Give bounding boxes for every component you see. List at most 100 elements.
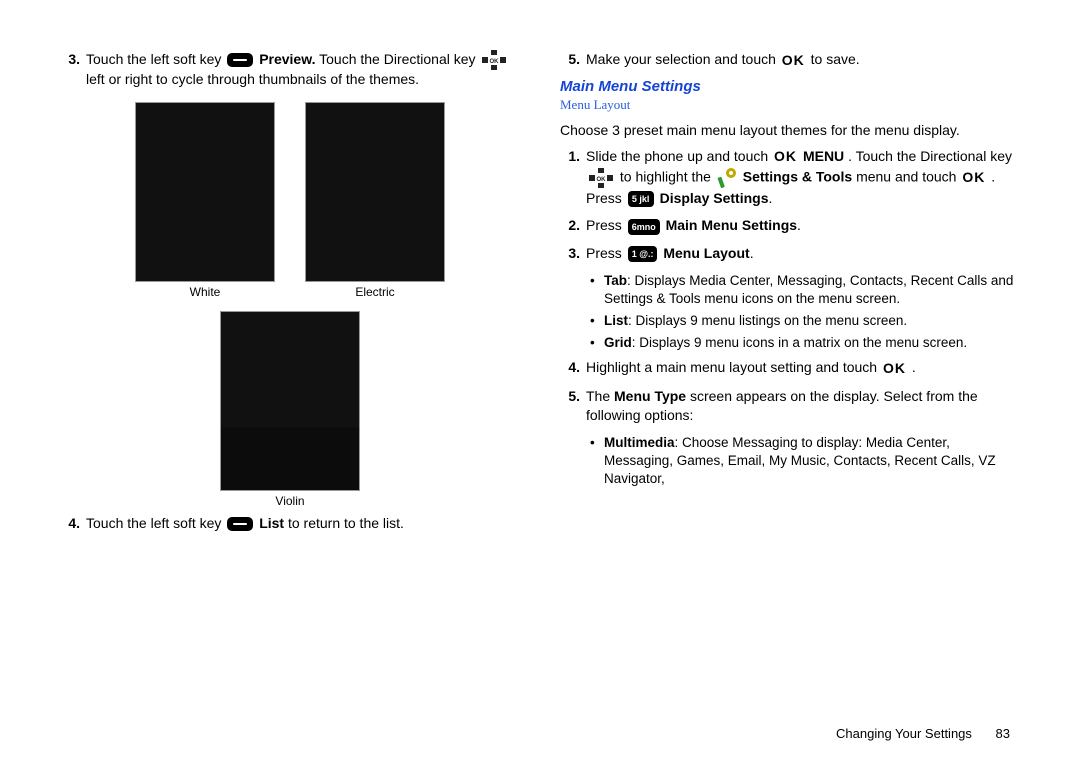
svg-text:OK: OK xyxy=(490,59,500,65)
bold-text: List xyxy=(604,313,628,328)
thumbnail-image xyxy=(220,311,360,491)
bullet-body: List: Displays 9 menu listings on the me… xyxy=(604,312,907,330)
soft-key-icon xyxy=(227,53,253,67)
thumbnail-image xyxy=(135,102,275,282)
ok-key-icon: OK xyxy=(962,168,985,188)
step-number: 4. xyxy=(560,358,586,378)
step-4r: 4. Highlight a main menu layout setting … xyxy=(560,358,1020,378)
bullet-dot: • xyxy=(590,312,604,330)
bullet-list: • Tab: Displays Media Center, Messaging,… xyxy=(590,272,1020,353)
step-body: Make your selection and touch OK to save… xyxy=(586,50,1020,70)
step-body: Press 6mno Main Menu Settings. xyxy=(586,216,1020,236)
step-3r: 3. Press 1 @.: Menu Layout. xyxy=(560,244,1020,264)
bullet-dot: • xyxy=(590,272,604,308)
ok-key-icon: OK xyxy=(774,147,797,167)
bold-text: Menu Layout xyxy=(663,245,749,261)
thumbnail-white: White xyxy=(135,102,275,299)
ok-key-icon: OK xyxy=(782,51,805,71)
text: : Displays 9 menu icons in a matrix on t… xyxy=(632,335,967,350)
text: : Displays 9 menu listings on the menu s… xyxy=(628,313,907,328)
settings-tools-icon xyxy=(717,167,737,189)
bullet-list-opt: • List: Displays 9 menu listings on the … xyxy=(590,312,1020,330)
bullet-multimedia: • Multimedia: Choose Messaging to displa… xyxy=(590,434,1020,489)
bold-text: Menu Type xyxy=(614,388,686,404)
thumbnail-violin: Violin xyxy=(220,311,360,508)
step-number: 3. xyxy=(560,244,586,264)
bold-text: Multimedia xyxy=(604,435,675,450)
text: Slide the phone up and touch xyxy=(586,148,772,164)
left-column: 3. Touch the left soft key Preview. Touc… xyxy=(60,50,520,541)
step-number: 3. xyxy=(60,50,86,90)
text: . Touch the Directional key xyxy=(848,148,1012,164)
bullet-dot: • xyxy=(590,334,604,352)
page-number: 83 xyxy=(996,726,1010,741)
step-body: Press 1 @.: Menu Layout. xyxy=(586,244,1020,264)
step-body: Touch the left soft key List to return t… xyxy=(86,514,520,534)
text: : Displays Media Center, Messaging, Cont… xyxy=(604,273,1013,306)
text: . xyxy=(797,217,801,233)
text: left or right to cycle through thumbnail… xyxy=(86,71,419,87)
text: to save. xyxy=(811,51,860,67)
step-body: Slide the phone up and touch OK MENU . T… xyxy=(586,147,1020,209)
text: . xyxy=(750,245,754,261)
key-5-icon: 5 jkl xyxy=(628,191,654,207)
ok-key-icon: OK xyxy=(883,359,906,379)
bullet-tab: • Tab: Displays Media Center, Messaging,… xyxy=(590,272,1020,308)
step-3: 3. Touch the left soft key Preview. Touc… xyxy=(60,50,520,90)
step-number: 1. xyxy=(560,147,586,209)
step-2: 2. Press 6mno Main Menu Settings. xyxy=(560,216,1020,236)
dpad-icon: OK xyxy=(481,50,507,70)
thumbnail-caption: Violin xyxy=(220,494,360,508)
text: Touch the left soft key xyxy=(86,515,225,531)
thumbnail-image xyxy=(305,102,445,282)
footer-section: Changing Your Settings xyxy=(836,726,972,741)
text: . xyxy=(912,359,916,375)
thumbnail-electric: Electric xyxy=(305,102,445,299)
subsection-heading: Menu Layout xyxy=(560,97,1020,113)
step-5r: 5. The Menu Type screen appears on the d… xyxy=(560,387,1020,426)
step-1: 1. Slide the phone up and touch OK MENU … xyxy=(560,147,1020,209)
document-page: 3. Touch the left soft key Preview. Touc… xyxy=(60,50,1020,541)
text: Make your selection and touch xyxy=(586,51,780,67)
thumbnail-caption: White xyxy=(135,285,275,299)
step-body: Highlight a main menu layout setting and… xyxy=(586,358,1020,378)
bullet-dot: • xyxy=(590,434,604,489)
section-heading: Main Menu Settings xyxy=(560,78,1020,95)
step-body: The Menu Type screen appears on the disp… xyxy=(586,387,1020,426)
step-number: 2. xyxy=(560,216,586,236)
text: to return to the list. xyxy=(288,515,404,531)
bold-text: MENU xyxy=(803,148,844,164)
intro-paragraph: Choose 3 preset main menu layout themes … xyxy=(560,121,1020,141)
step-number: 5. xyxy=(560,387,586,426)
bold-text: Grid xyxy=(604,335,632,350)
theme-thumbnails: White Electric Violin xyxy=(60,102,520,508)
step-number: 4. xyxy=(60,514,86,534)
right-column: 5. Make your selection and touch OK to s… xyxy=(560,50,1020,541)
bold-text: Preview. xyxy=(259,51,315,67)
dpad-icon: OK xyxy=(588,168,614,188)
svg-text:OK: OK xyxy=(597,177,607,183)
step-5-top: 5. Make your selection and touch OK to s… xyxy=(560,50,1020,70)
bold-text: Settings & Tools xyxy=(743,168,852,184)
step-body: Touch the left soft key Preview. Touch t… xyxy=(86,50,520,90)
bullet-body: Multimedia: Choose Messaging to display:… xyxy=(604,434,1020,489)
bullet-body: Tab: Displays Media Center, Messaging, C… xyxy=(604,272,1020,308)
text: to highlight the xyxy=(620,168,715,184)
text: The xyxy=(586,388,614,404)
bullet-grid: • Grid: Displays 9 menu icons in a matri… xyxy=(590,334,1020,352)
bold-text: List xyxy=(259,515,284,531)
bold-text: Main Menu Settings xyxy=(666,217,797,233)
text: Touch the left soft key xyxy=(86,51,225,67)
text: Press xyxy=(586,217,626,233)
text: menu and touch xyxy=(856,168,960,184)
text: . xyxy=(769,190,773,206)
page-footer: Changing Your Settings 83 xyxy=(836,726,1010,741)
step-4: 4. Touch the left soft key List to retur… xyxy=(60,514,520,534)
key-1-icon: 1 @.: xyxy=(628,246,658,262)
step-number: 5. xyxy=(560,50,586,70)
text: Press xyxy=(586,245,626,261)
text: Touch the Directional key xyxy=(319,51,479,67)
bullet-body: Grid: Displays 9 menu icons in a matrix … xyxy=(604,334,967,352)
text: Highlight a main menu layout setting and… xyxy=(586,359,881,375)
key-6-icon: 6mno xyxy=(628,219,660,235)
